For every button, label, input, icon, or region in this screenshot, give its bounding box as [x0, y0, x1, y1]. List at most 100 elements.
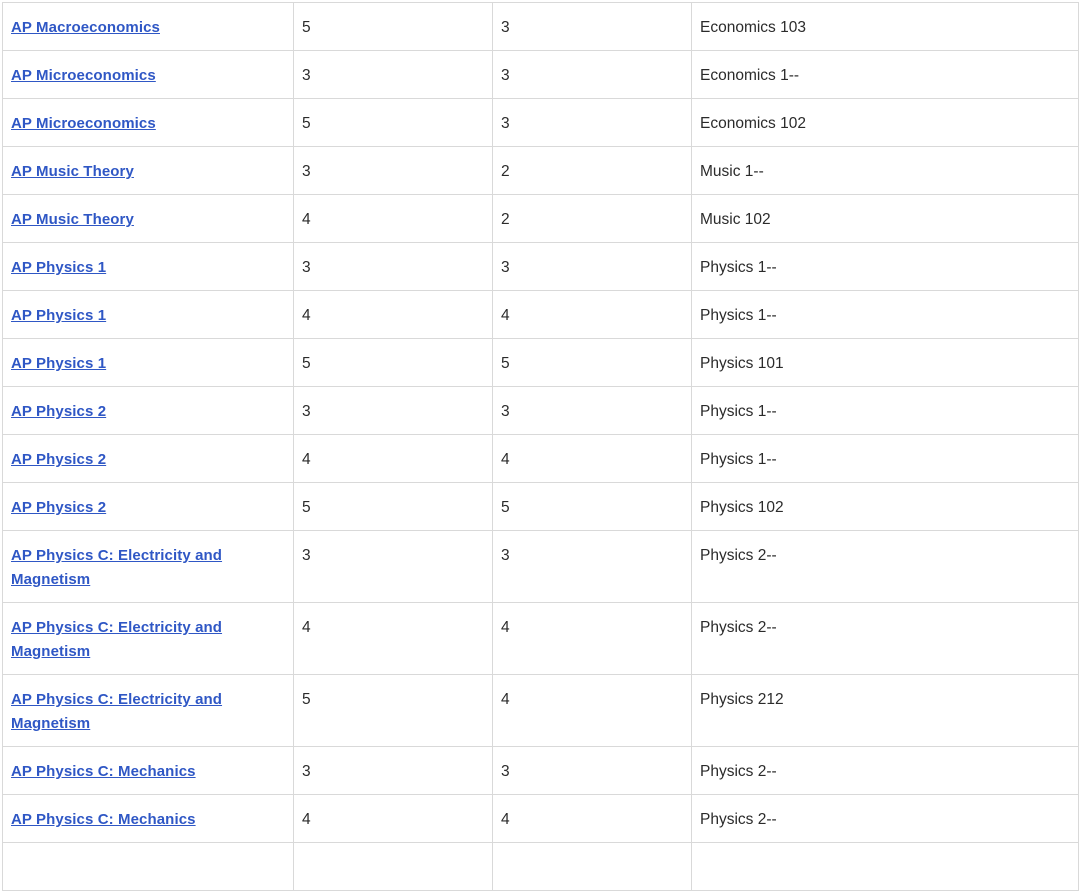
credits-cell: 3 — [492, 386, 692, 435]
exam-cell: AP Physics 2 — [2, 386, 294, 435]
exam-link[interactable]: AP Microeconomics — [11, 67, 156, 84]
exam-cell: AP Music Theory — [2, 194, 294, 243]
exam-cell: AP Physics C: Mechanics — [2, 746, 294, 795]
table-row: AP Physics C: Electricity and Magnetism … — [2, 602, 1079, 675]
course-cell: Physics 2-- — [691, 794, 1079, 843]
exam-cell: AP Physics C: Electricity and Magnetism — [2, 602, 294, 675]
exam-link[interactable]: AP Physics 1 — [11, 355, 106, 372]
score-cell: 5 — [293, 98, 493, 147]
exam-cell — [2, 842, 294, 891]
score-cell: 4 — [293, 794, 493, 843]
exam-cell: AP Physics 2 — [2, 434, 294, 483]
exam-link[interactable]: AP Physics C: Mechanics — [11, 763, 196, 780]
credits-cell: 4 — [492, 674, 692, 747]
credits-cell: 3 — [492, 98, 692, 147]
exam-cell: AP Physics 1 — [2, 290, 294, 339]
exam-link[interactable]: AP Physics 2 — [11, 403, 106, 420]
exam-link[interactable]: AP Physics C: Electricity and Magnetism — [11, 547, 222, 588]
credit-table-container: AP Macroeconomics 5 3 Economics 103 AP M… — [2, 2, 1079, 891]
score-cell: 4 — [293, 602, 493, 675]
course-cell: Physics 212 — [691, 674, 1079, 747]
ap-credit-table: AP Macroeconomics 5 3 Economics 103 AP M… — [2, 2, 1079, 891]
course-cell: Music 102 — [691, 194, 1079, 243]
course-cell: Physics 2-- — [691, 746, 1079, 795]
exam-link[interactable]: AP Physics 1 — [11, 307, 106, 324]
table-row: AP Physics C: Electricity and Magnetism … — [2, 674, 1079, 747]
course-cell: Economics 1-- — [691, 50, 1079, 99]
credits-cell: 3 — [492, 50, 692, 99]
credits-cell: 4 — [492, 602, 692, 675]
score-cell: 5 — [293, 2, 493, 51]
exam-link[interactable]: AP Music Theory — [11, 211, 134, 228]
table-row: AP Physics 2 5 5 Physics 102 — [2, 482, 1079, 531]
credits-cell: 2 — [492, 146, 692, 195]
credits-cell: 3 — [492, 242, 692, 291]
credits-cell: 5 — [492, 338, 692, 387]
table-row: AP Macroeconomics 5 3 Economics 103 — [2, 2, 1079, 51]
exam-cell: AP Music Theory — [2, 146, 294, 195]
course-cell: Physics 1-- — [691, 434, 1079, 483]
exam-link[interactable]: AP Physics 1 — [11, 259, 106, 276]
credits-cell: 5 — [492, 482, 692, 531]
course-cell: Economics 102 — [691, 98, 1079, 147]
table-row: AP Microeconomics 3 3 Economics 1-- — [2, 50, 1079, 99]
score-cell: 3 — [293, 242, 493, 291]
table-row: AP Music Theory 3 2 Music 1-- — [2, 146, 1079, 195]
exam-link[interactable]: AP Physics 2 — [11, 451, 106, 468]
score-cell: 3 — [293, 530, 493, 603]
table-row: AP Physics 1 5 5 Physics 101 — [2, 338, 1079, 387]
exam-cell: AP Physics C: Electricity and Magnetism — [2, 674, 294, 747]
course-cell: Physics 2-- — [691, 602, 1079, 675]
exam-link[interactable]: AP Macroeconomics — [11, 19, 160, 36]
course-cell: Physics 1-- — [691, 290, 1079, 339]
score-cell: 5 — [293, 482, 493, 531]
exam-cell: AP Physics C: Electricity and Magnetism — [2, 530, 294, 603]
credits-cell: 4 — [492, 794, 692, 843]
exam-cell: AP Physics 1 — [2, 242, 294, 291]
credits-cell: 4 — [492, 434, 692, 483]
exam-cell: AP Macroeconomics — [2, 2, 294, 51]
score-cell: 3 — [293, 386, 493, 435]
score-cell: 5 — [293, 674, 493, 747]
credits-cell — [492, 842, 692, 891]
exam-cell: AP Physics C: Mechanics — [2, 794, 294, 843]
exam-cell: AP Physics 2 — [2, 482, 294, 531]
exam-cell: AP Microeconomics — [2, 98, 294, 147]
credits-cell: 3 — [492, 2, 692, 51]
table-row: AP Microeconomics 5 3 Economics 102 — [2, 98, 1079, 147]
course-cell — [691, 842, 1079, 891]
course-cell: Physics 101 — [691, 338, 1079, 387]
score-cell: 3 — [293, 146, 493, 195]
score-cell — [293, 842, 493, 891]
exam-link[interactable]: AP Music Theory — [11, 163, 134, 180]
course-cell: Physics 2-- — [691, 530, 1079, 603]
exam-link[interactable]: AP Physics 2 — [11, 499, 106, 516]
score-cell: 3 — [293, 746, 493, 795]
score-cell: 4 — [293, 194, 493, 243]
credits-cell: 4 — [492, 290, 692, 339]
course-cell: Physics 102 — [691, 482, 1079, 531]
table-row: AP Physics C: Electricity and Magnetism … — [2, 530, 1079, 603]
score-cell: 5 — [293, 338, 493, 387]
exam-link[interactable]: AP Physics C: Electricity and Magnetism — [11, 691, 222, 732]
course-cell: Music 1-- — [691, 146, 1079, 195]
exam-link[interactable]: AP Physics C: Mechanics — [11, 811, 196, 828]
credits-cell: 3 — [492, 746, 692, 795]
exam-link[interactable]: AP Physics C: Electricity and Magnetism — [11, 619, 222, 660]
exam-cell: AP Physics 1 — [2, 338, 294, 387]
credits-cell: 2 — [492, 194, 692, 243]
credits-cell: 3 — [492, 530, 692, 603]
exam-link[interactable]: AP Microeconomics — [11, 115, 156, 132]
table-row — [2, 842, 1079, 891]
table-row: AP Physics C: Mechanics 4 4 Physics 2-- — [2, 794, 1079, 843]
table-row: AP Music Theory 4 2 Music 102 — [2, 194, 1079, 243]
table-row: AP Physics 1 3 3 Physics 1-- — [2, 242, 1079, 291]
exam-cell: AP Microeconomics — [2, 50, 294, 99]
table-row: AP Physics 2 3 3 Physics 1-- — [2, 386, 1079, 435]
table-row: AP Physics 1 4 4 Physics 1-- — [2, 290, 1079, 339]
course-cell: Physics 1-- — [691, 242, 1079, 291]
score-cell: 3 — [293, 50, 493, 99]
score-cell: 4 — [293, 290, 493, 339]
table-row: AP Physics 2 4 4 Physics 1-- — [2, 434, 1079, 483]
table-row: AP Physics C: Mechanics 3 3 Physics 2-- — [2, 746, 1079, 795]
